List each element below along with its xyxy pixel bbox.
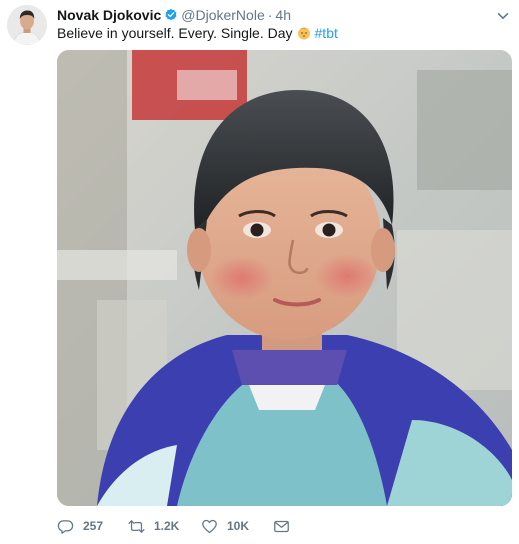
direct-message-button[interactable] bbox=[273, 516, 290, 536]
child-portrait-image bbox=[57, 50, 512, 506]
reply-icon bbox=[57, 519, 74, 534]
user-handle[interactable]: @DjokerNole bbox=[181, 6, 264, 24]
like-count: 10K bbox=[227, 519, 250, 533]
display-name[interactable]: Novak Djokovic bbox=[57, 6, 161, 24]
retweet-icon bbox=[128, 519, 145, 533]
baby-face-emoji-icon bbox=[297, 26, 311, 40]
tweet-header: Novak Djokovic @DjokerNole · 4h bbox=[57, 6, 291, 24]
like-button[interactable]: 10K bbox=[201, 516, 249, 536]
heart-icon bbox=[202, 519, 217, 533]
tweet[interactable]: Novak Djokovic @DjokerNole · 4h Believe … bbox=[0, 0, 519, 544]
reply-button[interactable]: 257 bbox=[57, 516, 103, 536]
envelope-icon bbox=[274, 520, 289, 532]
avatar-image bbox=[7, 5, 47, 45]
tweet-photo[interactable] bbox=[57, 50, 512, 506]
tweet-text: Believe in yourself. Every. Single. Day … bbox=[57, 24, 338, 42]
retweet-button[interactable]: 1.2K bbox=[128, 516, 179, 536]
hashtag-link[interactable]: #tbt bbox=[315, 24, 338, 42]
reply-count: 257 bbox=[83, 519, 104, 533]
retweet-count: 1.2K bbox=[154, 519, 180, 533]
tweet-timestamp[interactable]: 4h bbox=[275, 6, 291, 24]
dot-separator: · bbox=[267, 7, 273, 23]
chevron-down-icon[interactable] bbox=[497, 9, 509, 21]
avatar[interactable] bbox=[7, 5, 47, 45]
verified-badge-icon bbox=[164, 8, 178, 22]
tweet-body: Believe in yourself. Every. Single. Day bbox=[57, 25, 293, 41]
tweet-actions: 257 1.2K 10K bbox=[57, 516, 512, 536]
